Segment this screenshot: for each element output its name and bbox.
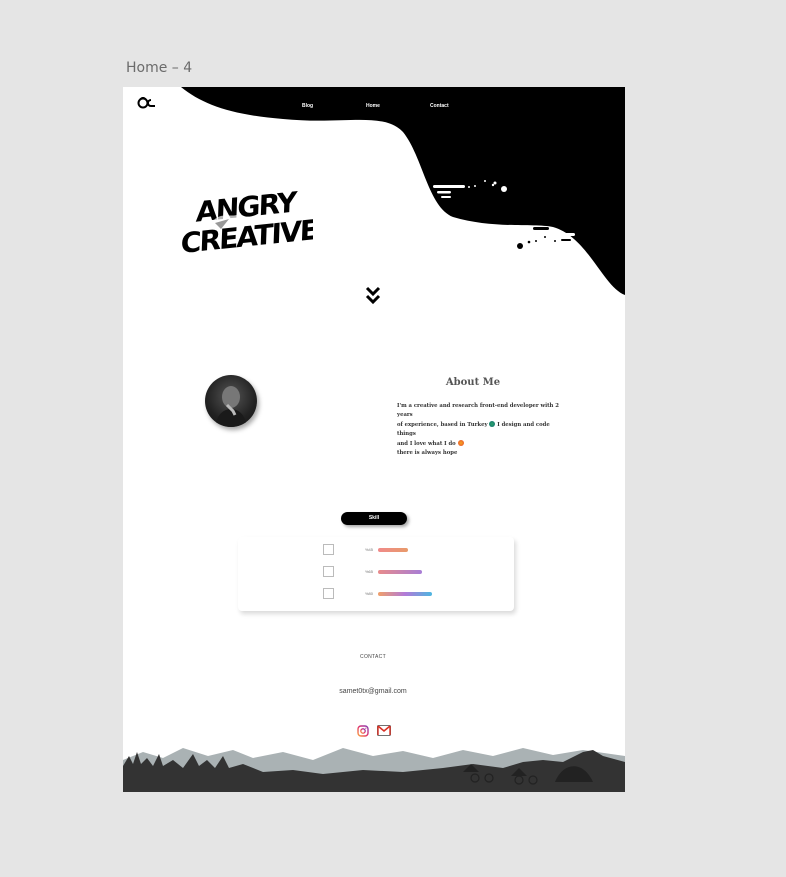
skill-button[interactable]: Skill (341, 512, 407, 525)
nav-home-link[interactable]: Home (366, 103, 380, 109)
globe-emoji-icon (489, 420, 496, 427)
skill-percent: %80 (365, 591, 374, 596)
about-line-2: of experience, based in Turkey I design … (397, 420, 567, 440)
about-text: I'm a creative and research front-end de… (397, 402, 567, 458)
avatar (205, 375, 257, 427)
about-title: About Me (445, 377, 501, 388)
contact-email-link[interactable]: samet0tx@gmail.com (303, 688, 443, 695)
artboard: Blog Home Contact ANGRY CREATIVE About M… (123, 87, 625, 792)
skill-progress-bar (378, 570, 422, 574)
about-line-4: there is always hope (397, 450, 458, 457)
instagram-icon[interactable] (357, 725, 369, 737)
skill-percent: %65 (365, 569, 374, 574)
artboard-title: Home – 4 (126, 60, 193, 76)
about-line-2a: of experience, based in Turkey (397, 421, 488, 428)
skill-icon-box (323, 588, 334, 599)
gmail-icon[interactable] (377, 725, 391, 736)
about-line-1: I'm a creative and research front-end de… (397, 403, 559, 419)
brand-logo-icon[interactable] (137, 97, 159, 109)
nav-contact-link[interactable]: Contact (430, 103, 449, 109)
skill-card: %45 %65 %80 (238, 537, 514, 611)
contact-heading: CONTACT (360, 654, 386, 660)
nav-blog-link[interactable]: Blog (302, 103, 313, 109)
skill-progress-bar (378, 548, 408, 552)
skill-icon-box (323, 544, 334, 555)
mountain-forest-footer (123, 748, 625, 792)
angry-creative-logo: ANGRY CREATIVE (181, 186, 313, 255)
heart-eyes-emoji-icon (457, 439, 464, 446)
skill-icon-box (323, 566, 334, 577)
double-chevron-down-icon[interactable] (365, 285, 381, 309)
about-line-3-text: and I love what I do (397, 440, 456, 447)
skill-progress-bar (378, 592, 432, 596)
about-line-3: and I love what I do (397, 439, 567, 449)
skill-percent: %45 (365, 547, 374, 552)
